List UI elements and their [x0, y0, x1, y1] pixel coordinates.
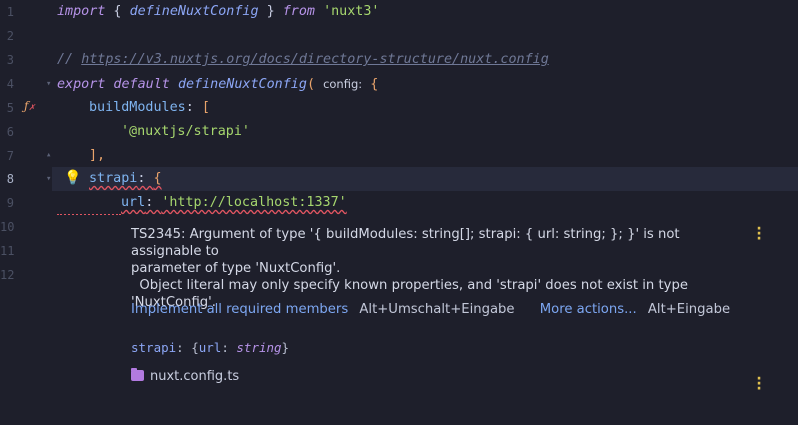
more-options-icon[interactable]: · · · [756, 372, 762, 396]
shortcut-label: Alt+Eingabe [647, 302, 731, 317]
quick-fix-actions: Implement all required members Alt+Umsch… [131, 302, 730, 317]
error-text-line: Object literal may only specify known pr… [131, 278, 688, 293]
line-number: 10 [0, 220, 15, 234]
code-line-8: strapi: { [89, 171, 162, 186]
more-options-icon[interactable]: · · · [756, 222, 762, 246]
code-line-1: import { defineNuxtConfig } from 'nuxt3' [57, 4, 380, 19]
line-number-current: 8 [6, 172, 14, 186]
error-tooltip: TS2345: Argument of type '{ buildModules… [42, 215, 798, 425]
line-number: 7 [6, 149, 14, 163]
line-number: 12 [0, 268, 15, 282]
line-number: 11 [0, 244, 15, 258]
docs-link[interactable]: https://v3.nuxtjs.org/docs/directory-str… [81, 52, 549, 67]
parameter-hint: config: [323, 77, 363, 91]
code-line-3: // https://v3.nuxtjs.org/docs/directory-… [57, 52, 549, 67]
type-signature: strapi: {url: string} [131, 340, 290, 355]
code-line-9: url: 'http://localhost:1337' [121, 195, 347, 210]
line-number: 4 [6, 77, 14, 91]
more-actions-link[interactable]: More actions... [540, 302, 637, 317]
file-name: nuxt.config.ts [150, 369, 240, 384]
lightbulb-icon[interactable]: 💡 [64, 170, 81, 186]
error-text-line: parameter of type 'NuxtConfig'. [131, 261, 341, 276]
line-number: 3 [6, 53, 14, 67]
code-line-7: ], [89, 148, 106, 163]
line-number: 6 [6, 125, 14, 139]
shortcut-label: Alt+Umschalt+Eingabe [359, 302, 515, 317]
override-icon[interactable]: ƒ✗ [24, 99, 35, 113]
error-text-line: TS2345: Argument of type '{ buildModules… [131, 227, 680, 259]
line-number: 2 [6, 29, 14, 43]
implement-members-link[interactable]: Implement all required members [131, 302, 348, 317]
line-number: 5 [6, 101, 14, 115]
line-number: 9 [6, 196, 14, 210]
source-file[interactable]: nuxt.config.ts [131, 368, 240, 384]
fold-arrow-icon[interactable]: ▾ [46, 79, 54, 89]
folder-icon [131, 368, 144, 381]
line-number: 1 [6, 5, 14, 19]
code-line-4: export default defineNuxtConfig( config:… [57, 77, 379, 92]
fold-arrow-icon[interactable]: ▾ [46, 174, 54, 184]
code-line-5: buildModules: [ [89, 100, 210, 115]
error-message: TS2345: Argument of type '{ buildModules… [131, 226, 751, 311]
code-line-6: '@nuxtjs/strapi' [121, 124, 250, 139]
error-squiggle: strapi [89, 171, 138, 186]
fold-end-icon[interactable]: ▴ [46, 150, 54, 160]
